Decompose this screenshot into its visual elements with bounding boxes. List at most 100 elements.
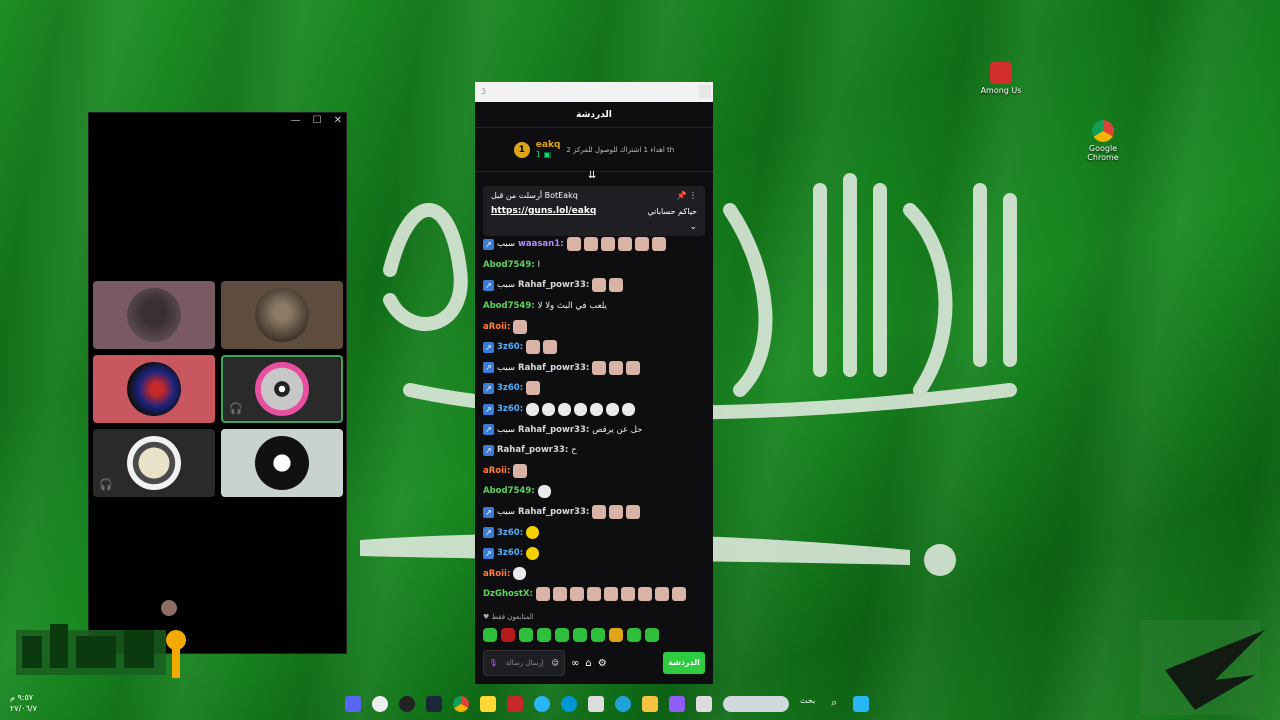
chevron-down-icon[interactable]: ⌄ (689, 222, 697, 232)
chat-username[interactable]: Rahaf_powr33: (518, 280, 589, 290)
calculator-icon[interactable] (588, 696, 604, 712)
emote-icon[interactable] (501, 628, 515, 642)
chat-username[interactable]: 3z60: (497, 548, 523, 558)
minimize-button[interactable]: — (291, 116, 301, 126)
emoji-icon[interactable]: ☺ (552, 659, 559, 667)
chat-username[interactable]: Abod7549: (483, 260, 535, 270)
emote-icon[interactable] (537, 628, 551, 642)
chrome-taskbar-icon[interactable] (453, 696, 469, 712)
hp-icon[interactable] (561, 696, 577, 712)
mic-icon[interactable]: 🎙 (489, 659, 498, 667)
emote-icon[interactable] (591, 628, 605, 642)
chat-username[interactable]: Rahaf_powr33: (518, 425, 589, 435)
chat-message: Abod7549: (483, 481, 705, 502)
chat-username[interactable]: Abod7549: (483, 486, 535, 496)
chat-message: ↗ سبب Rahaf_powr33: (483, 358, 705, 379)
emote-icon[interactable] (555, 628, 569, 642)
chat-username[interactable]: Rahaf_powr33: (518, 363, 589, 373)
emote-icon (603, 587, 618, 602)
link-icon[interactable]: ∞ (571, 658, 579, 669)
leaderboard-banner[interactable]: 1 eakq 1 ▣ اهداء 1 اشتراك للوصول للمركز … (475, 128, 713, 172)
sub-count: 1 (535, 150, 541, 159)
chat-username[interactable]: Abod7549: (483, 301, 535, 311)
voice-call-window: — ☐ ✕ 🎧 🎧 (88, 112, 347, 654)
elite-logo (1140, 620, 1265, 715)
emote-icon[interactable] (645, 628, 659, 642)
chat-username[interactable]: Rahaf_powr33: (518, 507, 589, 517)
collapse-arrow-icon[interactable]: ⇊ (588, 170, 596, 181)
message-tag: سبب (497, 424, 516, 435)
window-icon[interactable] (696, 696, 712, 712)
participant-tile[interactable] (221, 429, 343, 497)
pin-icon[interactable]: 📌 ⋮ (676, 191, 697, 200)
desktop-icon-among-us[interactable]: Among Us (971, 62, 1031, 95)
participant-tile-speaking[interactable]: 🎧 (221, 355, 343, 423)
message-placeholder: إرسال رسالة (505, 659, 544, 667)
chat-username[interactable]: aRoii: (483, 569, 510, 579)
sub-badge-icon: ↗ (483, 547, 494, 559)
chat-username[interactable]: aRoii: (483, 322, 510, 332)
search-label[interactable]: بحث (800, 696, 815, 712)
among-us-icon (990, 62, 1012, 84)
file-explorer-icon[interactable] (642, 696, 658, 712)
emote-icon[interactable] (573, 628, 587, 642)
chat-username[interactable]: Rahaf_powr33: (497, 445, 568, 455)
emote-icon[interactable] (483, 628, 497, 642)
chat-window-titlebar: 3 (475, 82, 713, 102)
chat-text: حل عن يرقص (592, 424, 643, 435)
message-tag: سبب (497, 239, 516, 250)
gear-icon[interactable]: ⚙ (598, 658, 607, 669)
chat-message: Abod7549: ا (483, 255, 705, 276)
search-widget[interactable] (723, 696, 789, 712)
chat-username[interactable]: 3z60: (497, 342, 523, 352)
emote-icon (654, 587, 669, 602)
desktop-icon-chrome[interactable]: Google Chrome (1073, 120, 1133, 162)
chat-username[interactable]: 3z60: (497, 383, 523, 393)
settings-icon[interactable] (372, 696, 388, 712)
pinned-link[interactable]: https://guns.lol/eakq (491, 206, 596, 216)
obs-icon[interactable] (399, 696, 415, 712)
notes-icon[interactable] (480, 696, 496, 712)
sub-badge-icon: ↗ (483, 424, 494, 436)
emote-icon (600, 237, 615, 252)
start-icon[interactable] (853, 696, 870, 712)
emote-icon[interactable] (609, 628, 623, 642)
system-clock[interactable]: ٩:٥٧ م ٢٧/٠٦/٧ (10, 692, 37, 714)
emote-icon[interactable] (627, 628, 641, 642)
participant-tile[interactable]: 🎧 (93, 429, 215, 497)
close-button[interactable]: ✕ (334, 116, 342, 126)
edge-icon[interactable] (615, 696, 631, 712)
store-icon[interactable]: ⌂ (585, 658, 591, 669)
pinned-by: أرسلت من قبل BotEakq (491, 191, 578, 200)
steam-icon[interactable] (426, 696, 442, 712)
copilot-icon[interactable] (669, 696, 685, 712)
chat-username[interactable]: aRoii: (483, 466, 510, 476)
emote-bar[interactable] (483, 628, 659, 642)
chat-username[interactable]: DzGhostX: (483, 589, 533, 599)
chat-message-list: ↗ سبب waasan1: Abod7549: ا ↗ سبب Rahaf_powr33: A… (483, 234, 705, 605)
emote-icon (537, 484, 551, 498)
message-tag: سبب (497, 507, 516, 518)
chat-username[interactable]: 3z60: (497, 404, 523, 414)
participant-tile[interactable] (93, 281, 215, 349)
maximize-button[interactable]: ☐ (313, 116, 322, 126)
chat-message: ↗ 3z60: (483, 543, 705, 564)
help-icon[interactable] (534, 696, 550, 712)
chrome-icon (1092, 120, 1114, 142)
app-icon[interactable] (507, 696, 523, 712)
search-icon[interactable]: ⌕ (826, 696, 842, 712)
participant-tile[interactable] (221, 281, 343, 349)
participant-tile[interactable] (93, 355, 215, 423)
emote-icon[interactable] (519, 628, 533, 642)
chat-username[interactable]: 3z60: (497, 528, 523, 538)
pinned-message[interactable]: أرسلت من قبل BotEakq 📌 ⋮ https://guns.lo… (483, 186, 705, 236)
message-input[interactable]: 🎙 إرسال رسالة ☺ (483, 650, 565, 676)
emote-icon (526, 526, 540, 540)
clock-date: ٢٧/٠٦/٧ (10, 704, 37, 713)
send-chat-button[interactable]: الدردشة (663, 652, 705, 674)
discord-icon[interactable] (345, 696, 361, 712)
emote-icon (583, 237, 598, 252)
close-button[interactable] (699, 85, 711, 98)
emote-icon (617, 237, 632, 252)
chat-username[interactable]: waasan1: (518, 239, 563, 249)
